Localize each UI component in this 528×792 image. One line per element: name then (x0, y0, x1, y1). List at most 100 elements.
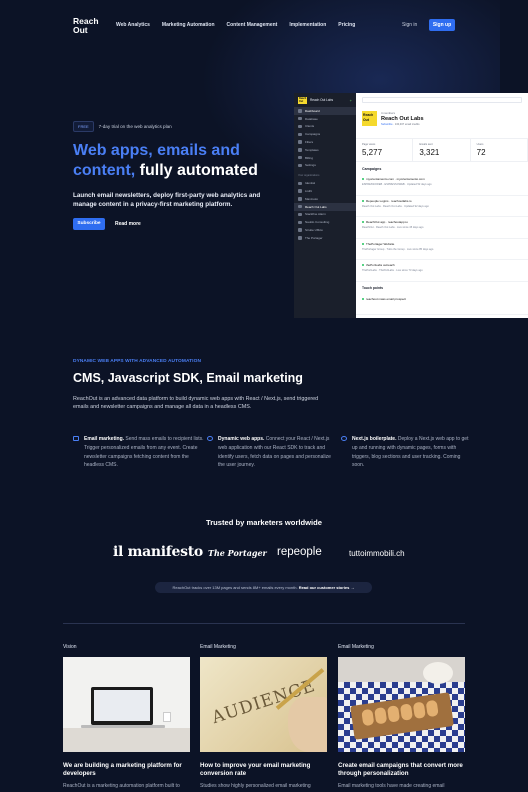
campaign-row: ReachOut app · reachoutapp.io ReachOut · … (356, 217, 528, 239)
database-icon (298, 116, 302, 121)
logo[interactable]: Reach Out (73, 17, 103, 35)
flower-shape (423, 662, 453, 684)
sidebar-item-label: Campaigns (305, 132, 321, 137)
nav-links: Web Analytics Marketing Automation Conte… (116, 22, 355, 28)
hero-title-rest: fully automated (139, 162, 258, 179)
hero-subtitle: Launch email newsletters, deploy first-p… (73, 192, 261, 208)
org-item: Manzuolo (294, 195, 356, 203)
org-avatar-icon (298, 228, 302, 232)
customer-stories-link[interactable]: Read our customer stories → (299, 585, 355, 590)
org-avatar-icon (298, 236, 302, 240)
card-title[interactable]: We are building a marketing platform for… (63, 762, 190, 778)
nav-link-marketing-automation[interactable]: Marketing Automation (162, 22, 215, 28)
org-avatar-icon (298, 212, 302, 217)
blog-card[interactable]: Vision We are building a marketing platf… (63, 644, 190, 789)
stat-value: 3,321 (419, 148, 440, 157)
org-item: The Portager (294, 234, 356, 242)
clients-icon (298, 124, 302, 129)
org-avatar-icon (298, 204, 302, 209)
feature-nextjs-boilerplate: Next.js boilerplate. Deploy a Next.js we… (341, 435, 472, 470)
section-divider (63, 623, 465, 624)
blog-card[interactable]: Email Marketing AUDIENCE How to improve … (200, 644, 327, 789)
org-item: Strutte Ufficio (294, 226, 356, 234)
stat-label: Emails sent (419, 143, 433, 146)
sidebar-item-campaigns: Campaigns (294, 130, 356, 138)
campaign-title: Repeople Logins · reachoutlabs.io (362, 199, 522, 203)
nav-link-implementation[interactable]: Implementation (289, 22, 326, 28)
campaign-meta: ThePortLabs · ThePortLabs · Live since 7… (362, 269, 423, 272)
hand-shape (288, 697, 327, 752)
campaigns-icon (298, 132, 302, 137)
stat-page-views: Page views 5,277 (356, 139, 414, 161)
org-item: LisiKi (294, 187, 356, 195)
sidebar-item-label: Templates (305, 147, 319, 152)
sidebar-item-settings: Settings (294, 162, 356, 170)
org-avatar-icon (298, 189, 302, 193)
sidebar-item-label: Database (305, 116, 318, 121)
stat-value: 72 (476, 148, 486, 157)
sign-in-link[interactable]: Sign in (402, 22, 417, 28)
laptop-screen-shape (94, 690, 150, 721)
blog-card[interactable]: Email Marketing Create email campaigns t… (338, 644, 465, 789)
campaign-title: ReachOut app · reachoutapp.io (362, 220, 522, 224)
stat-users: Users 72 (471, 139, 528, 161)
org-item-selected: Reach Out Labs (294, 202, 356, 211)
brand-logo: Reach Out (362, 111, 377, 126)
dashboard-icon (298, 109, 302, 113)
campaign-meta: ReachOut · Reach Out Labs · Live since 4… (362, 226, 424, 229)
org-avatar-icon (298, 220, 302, 224)
feature-dynamic-web-apps: Dynamic web apps. Connect your React / N… (207, 435, 338, 470)
stat-label: Users (476, 143, 484, 146)
brand-header: Reach Out 4 members Reach Out Labs Subsc… (356, 107, 528, 139)
section-kicker: DYNAMIC WEB APPS WITH ADVANCED AUTOMATIO… (73, 359, 202, 364)
org-item: Nautilo Consulting (294, 218, 356, 226)
campaign-title: ThePortager Website (362, 242, 522, 246)
hero-title: Web apps, emails and content, fully auto… (73, 141, 303, 181)
nav-link-pricing[interactable]: Pricing (338, 22, 355, 28)
campaign-row: myorientamento.com · myorientamento.com E… (356, 174, 528, 196)
laptop-base-shape (81, 725, 165, 728)
campaign-meta: Reach Out Labs · Reach Out Labs · Update… (362, 204, 429, 208)
app-main-panel: Reach Out 4 members Reach Out Labs Subsc… (356, 93, 528, 318)
logo-il-manifesto: il manifesto (113, 544, 203, 560)
card-category: Vision (63, 644, 77, 650)
card-title[interactable]: How to improve your email marketing conv… (200, 762, 327, 778)
organizations-heading: Your organizations (298, 174, 320, 178)
campaign-row: ThePortager Website ThePortager Group · T… (356, 239, 528, 260)
email-credits: 130,467 email credits (394, 123, 420, 126)
web-app-icon (207, 436, 213, 441)
desk-shape (63, 728, 190, 752)
billing-icon (298, 155, 302, 160)
org-label: The Portager (305, 235, 323, 240)
workspace-logo: Reach Out (298, 96, 307, 104)
cup-shape (163, 712, 171, 722)
pill-text: ReachOut tracks over 13M pages and sends… (172, 585, 298, 590)
nav-link-content-management[interactable]: Content Management (227, 22, 278, 28)
read-more-link[interactable]: Read more (115, 221, 141, 227)
sidebar-item-templates: Templates (294, 146, 356, 154)
sidebar-item-label: Dashboard (305, 108, 320, 113)
sidebar-item-label: Clients (305, 124, 315, 129)
sidebar-item-filters: Filters (294, 138, 356, 146)
campaigns-heading: Campaigns (362, 167, 382, 171)
stats-pill: ReachOut tracks over 13M pages and sends… (155, 582, 372, 593)
brand-name: Reach Out Labs (381, 116, 424, 122)
org-label: Manzuolo (305, 196, 319, 201)
campaign-meta: ThePortager Group · Tutto the Group · Li… (362, 247, 434, 251)
sidebar-item-dashboard: Dashboard (294, 107, 356, 115)
logo-tuttoimmobili: tuttoimmobili.ch (349, 549, 405, 558)
nav-link-web-analytics[interactable]: Web Analytics (116, 22, 150, 28)
settings-icon (298, 163, 302, 168)
campaign-row: thePortLabs outreach ThePortLabs · ThePor… (356, 260, 528, 282)
logo-repeople: repeople (277, 546, 322, 558)
email-icon (73, 436, 79, 441)
stat-label: Page views (362, 143, 376, 146)
touch-points-heading: Touch points (362, 285, 384, 290)
sidebar-item-label: Billing (305, 155, 314, 160)
card-title[interactable]: Create email campaigns that convert more… (338, 762, 465, 778)
templates-icon (298, 148, 302, 152)
sign-up-button[interactable]: Sign up (429, 19, 455, 31)
card-description: Email marketing tools have made creating… (338, 783, 445, 789)
sidebar-item-billing: Billing (294, 154, 356, 162)
subscribe-button[interactable]: Subscribe (73, 218, 105, 230)
